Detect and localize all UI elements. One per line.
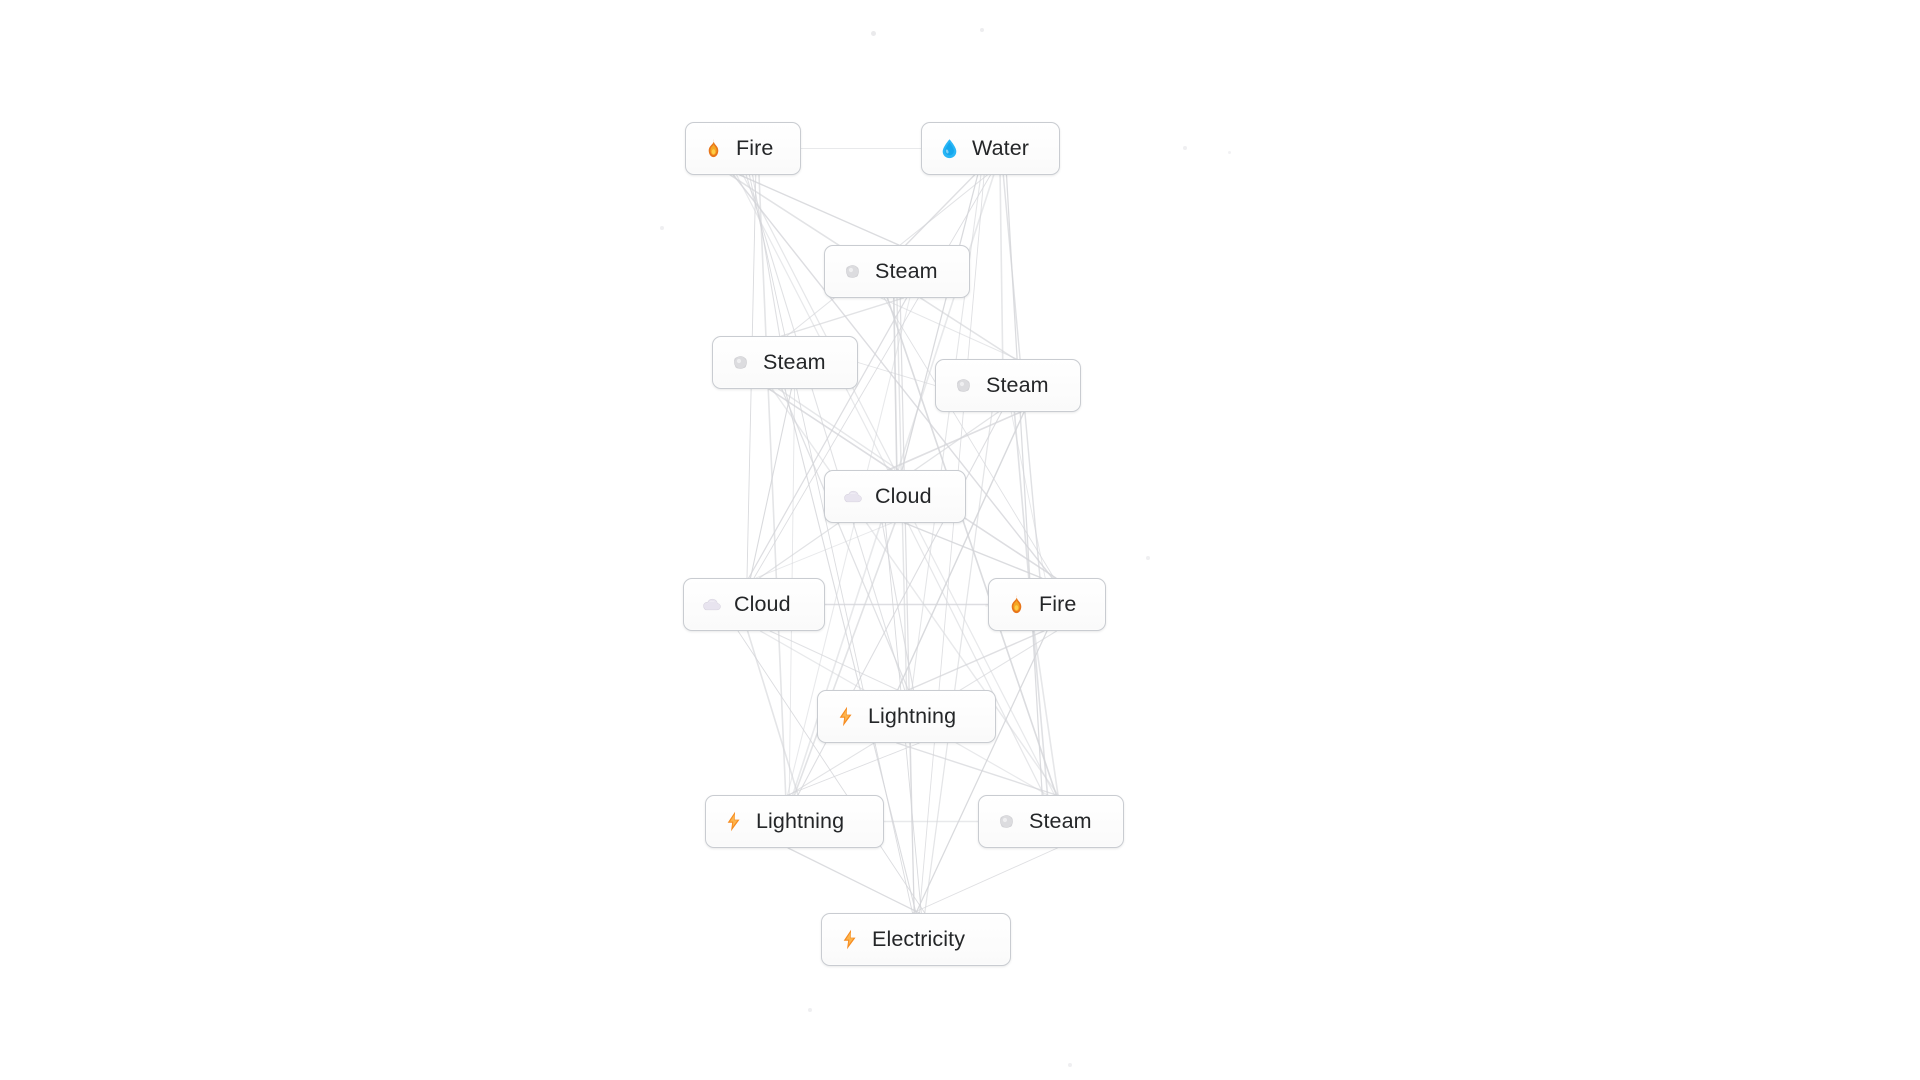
element-node-steam[interactable]: Steam xyxy=(935,359,1081,412)
node-layer[interactable]: Fire Water Steam Steam Steam Cloud Cloud Fire Li… xyxy=(0,0,1920,1080)
element-node-water[interactable]: Water xyxy=(921,122,1060,175)
element-node-lightning[interactable]: Lightning xyxy=(817,690,996,743)
steam-icon xyxy=(995,810,1018,833)
lightning-icon xyxy=(834,705,857,728)
element-node-steam[interactable]: Steam xyxy=(978,795,1124,848)
element-node-label: Steam xyxy=(1029,808,1092,833)
cloud-icon xyxy=(700,593,723,616)
element-node-label: Fire xyxy=(1039,591,1077,616)
element-node-electricity[interactable]: Electricity xyxy=(821,913,1011,966)
element-node-label: Steam xyxy=(986,372,1049,397)
element-node-label: Steam xyxy=(875,258,938,283)
element-node-fire[interactable]: Fire xyxy=(988,578,1106,631)
element-node-label: Electricity xyxy=(872,926,966,951)
element-node-label: Fire xyxy=(736,135,774,160)
element-node-steam[interactable]: Steam xyxy=(712,336,858,389)
steam-icon xyxy=(841,260,864,283)
element-node-label: Lightning xyxy=(756,808,845,833)
fire-icon xyxy=(1005,593,1028,616)
steam-icon xyxy=(952,374,975,397)
element-node-label: Steam xyxy=(763,349,826,374)
lightning-icon xyxy=(838,928,861,951)
element-node-lightning[interactable]: Lightning xyxy=(705,795,884,848)
element-node-label: Cloud xyxy=(734,591,791,616)
element-node-cloud[interactable]: Cloud xyxy=(683,578,825,631)
lightning-icon xyxy=(722,810,745,833)
element-node-fire[interactable]: Fire xyxy=(685,122,801,175)
element-node-cloud[interactable]: Cloud xyxy=(824,470,966,523)
water-drop-icon xyxy=(938,137,961,160)
cloud-icon xyxy=(841,485,864,508)
fire-icon xyxy=(702,137,725,160)
craft-canvas[interactable]: Fire Water Steam Steam Steam Cloud Cloud Fire Li… xyxy=(0,0,1920,1080)
element-node-label: Water xyxy=(972,135,1030,160)
element-node-steam[interactable]: Steam xyxy=(824,245,970,298)
element-node-label: Cloud xyxy=(875,483,932,508)
steam-icon xyxy=(729,351,752,374)
element-node-label: Lightning xyxy=(868,703,957,728)
